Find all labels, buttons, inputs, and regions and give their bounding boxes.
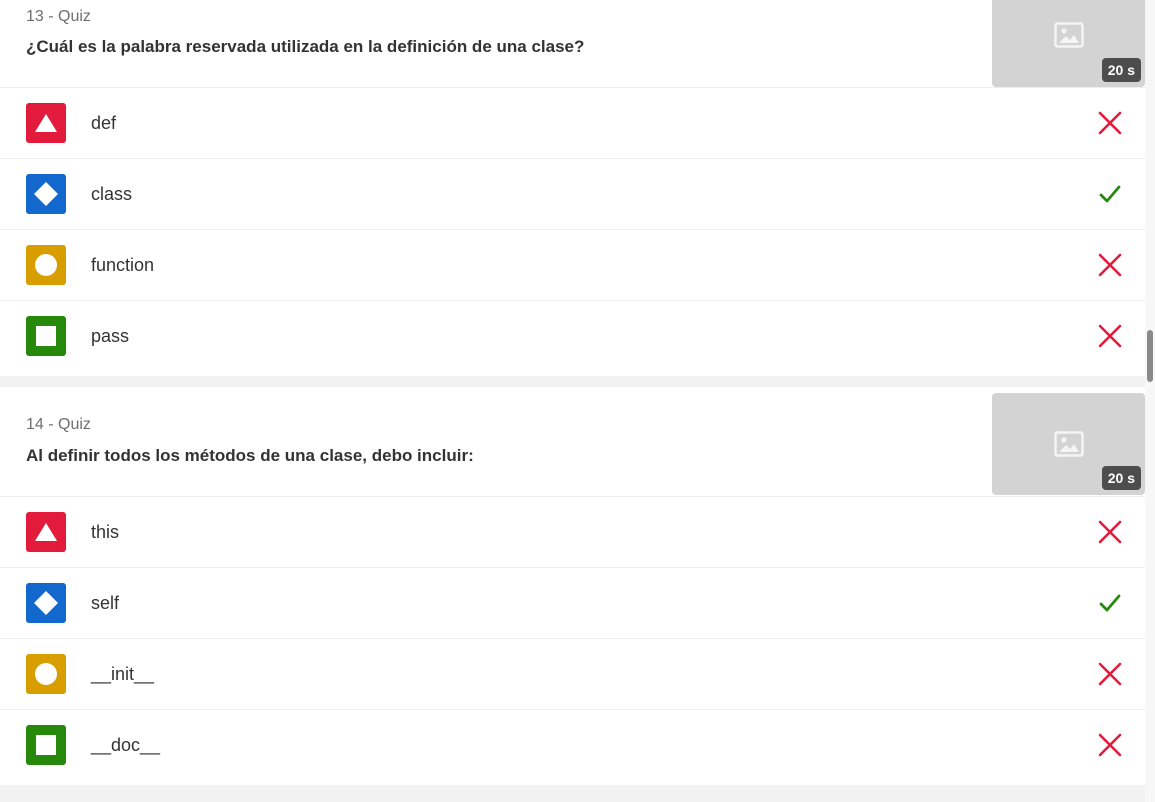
- answer-row-triangle: this: [0, 497, 1145, 568]
- question-text: Al definir todos los métodos de una clas…: [26, 446, 474, 465]
- answer-list: def class function pass: [0, 88, 1145, 371]
- time-limit-badge: 20 s: [1101, 58, 1141, 82]
- answer-row-diamond: self: [0, 568, 1145, 639]
- time-limit-badge: 20 s: [1101, 466, 1141, 490]
- incorrect-x-icon: [1098, 324, 1122, 348]
- question-number: 14 - Quiz: [26, 416, 91, 433]
- incorrect-x-icon: [1098, 733, 1122, 757]
- answer-text: class: [91, 184, 133, 204]
- scrollbar-track[interactable]: [1145, 0, 1155, 802]
- answer-row-circle: __init__: [0, 639, 1145, 710]
- diamond-icon: [26, 174, 66, 214]
- correct-check-icon: [1099, 185, 1121, 203]
- answer-text: def: [91, 113, 117, 133]
- answer-text: self: [91, 593, 120, 613]
- question-card: 14 - Quiz Al definir todos los métodos d…: [0, 387, 1145, 785]
- correct-check-icon: [1099, 594, 1121, 612]
- incorrect-x-icon: [1098, 520, 1122, 544]
- answer-row-square: __doc__: [0, 710, 1145, 780]
- answer-text: pass: [91, 326, 130, 346]
- image-placeholder-icon: [1054, 22, 1084, 48]
- answer-list: this self __init__ __doc__: [0, 497, 1145, 780]
- triangle-icon: [26, 512, 66, 552]
- answer-row-triangle: def: [0, 88, 1145, 159]
- incorrect-x-icon: [1098, 662, 1122, 686]
- incorrect-x-icon: [1098, 111, 1122, 135]
- question-media-thumbnail[interactable]: 20 s: [992, 0, 1145, 87]
- question-card: 13 - Quiz ¿Cuál es la palabra reservada …: [0, 0, 1145, 376]
- square-icon: [26, 316, 66, 356]
- diamond-icon: [26, 583, 66, 623]
- circle-icon: [26, 654, 66, 694]
- image-placeholder-icon: [1054, 431, 1084, 457]
- question-header: 13 - Quiz ¿Cuál es la palabra reservada …: [0, 0, 1145, 88]
- question-text: ¿Cuál es la palabra reservada utilizada …: [26, 37, 585, 56]
- answer-text: __doc__: [91, 735, 161, 755]
- square-icon: [26, 725, 66, 765]
- triangle-icon: [26, 103, 66, 143]
- answer-text: function: [91, 255, 155, 275]
- answer-row-square: pass: [0, 301, 1145, 371]
- incorrect-x-icon: [1098, 253, 1122, 277]
- circle-icon: [26, 245, 66, 285]
- answer-row-diamond: class: [0, 159, 1145, 230]
- question-media-thumbnail[interactable]: 20 s: [992, 393, 1145, 495]
- question-header: 14 - Quiz Al definir todos los métodos d…: [0, 387, 1145, 497]
- scrollbar-thumb[interactable]: [1147, 330, 1153, 382]
- answer-row-circle: function: [0, 230, 1145, 301]
- answer-text: __init__: [91, 664, 155, 684]
- question-number: 13 - Quiz: [26, 8, 91, 25]
- answer-text: this: [91, 522, 120, 542]
